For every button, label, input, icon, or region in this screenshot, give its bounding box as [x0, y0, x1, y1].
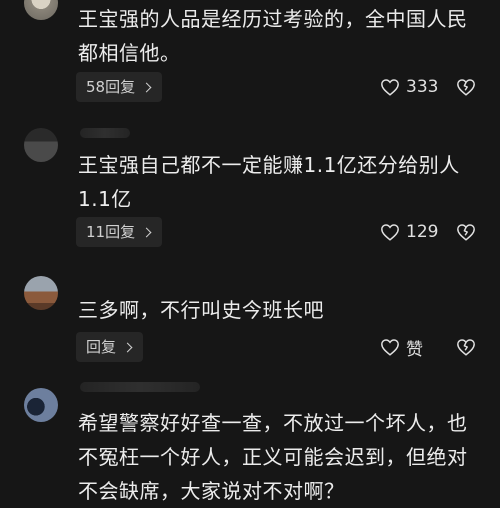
like-button[interactable]: 333: [380, 72, 438, 102]
dislike-button[interactable]: [456, 72, 476, 102]
heart-outline-icon: [381, 79, 399, 96]
like-button[interactable]: 129: [380, 217, 438, 247]
avatar[interactable]: [24, 276, 58, 310]
comment-text: 王宝强的人品是经历过考验的，全中国人民 都相信他。: [78, 2, 483, 70]
heart-outline-icon: [381, 224, 399, 241]
reply-label: 11回复: [86, 223, 136, 241]
comment-text-line: 王宝强自己都不一定能赚1.1亿还分给别人: [78, 153, 460, 177]
avatar[interactable]: [24, 388, 58, 422]
dislike-button[interactable]: [456, 217, 476, 247]
username[interactable]: [80, 128, 130, 138]
comment-text-line: 1.1亿: [78, 187, 132, 211]
like-button[interactable]: 赞: [380, 332, 423, 362]
broken-heart-icon: [457, 339, 475, 356]
broken-heart-icon: [457, 79, 475, 96]
comment-text-line: 不会缺席，大家说对不对啊？: [78, 479, 345, 503]
comment-text-line: 不冤枉一个好人，正义可能会迟到，但绝对: [78, 445, 468, 469]
reply-button[interactable]: 58回复: [76, 72, 163, 102]
like-count: 129: [406, 222, 439, 242]
comment-text: 希望警察好好查一查，不放过一个坏人，也 不冤枉一个好人，正义可能会迟到，但绝对 …: [78, 406, 483, 508]
comment-text: 王宝强自己都不一定能赚1.1亿还分给别人 1.1亿: [78, 148, 483, 216]
comment-text-line: 三多啊，不行叫史今班长吧: [78, 298, 324, 322]
like-count: 333: [406, 77, 439, 97]
chevron-right-icon: [141, 227, 152, 237]
reply-button[interactable]: 回复: [76, 332, 144, 362]
heart-outline-icon: [381, 339, 399, 356]
reply-label: 58回复: [86, 78, 136, 96]
comment-text: 三多啊，不行叫史今班长吧: [78, 293, 483, 327]
broken-heart-icon: [457, 224, 475, 241]
comment-text-line: 希望警察好好查一查，不放过一个坏人，也: [78, 411, 468, 435]
chevron-right-icon: [141, 82, 152, 92]
avatar[interactable]: [24, 128, 58, 162]
dislike-button[interactable]: [456, 332, 476, 362]
like-count: 赞: [406, 339, 423, 360]
username[interactable]: [80, 382, 200, 392]
avatar[interactable]: [24, 0, 58, 20]
comment-text-line: 王宝强的人品是经历过考验的，全中国人民: [78, 7, 468, 31]
comment-text-line: 都相信他。: [78, 41, 181, 65]
chevron-right-icon: [122, 342, 133, 352]
reply-label: 回复: [86, 338, 117, 356]
reply-button[interactable]: 11回复: [76, 217, 163, 247]
